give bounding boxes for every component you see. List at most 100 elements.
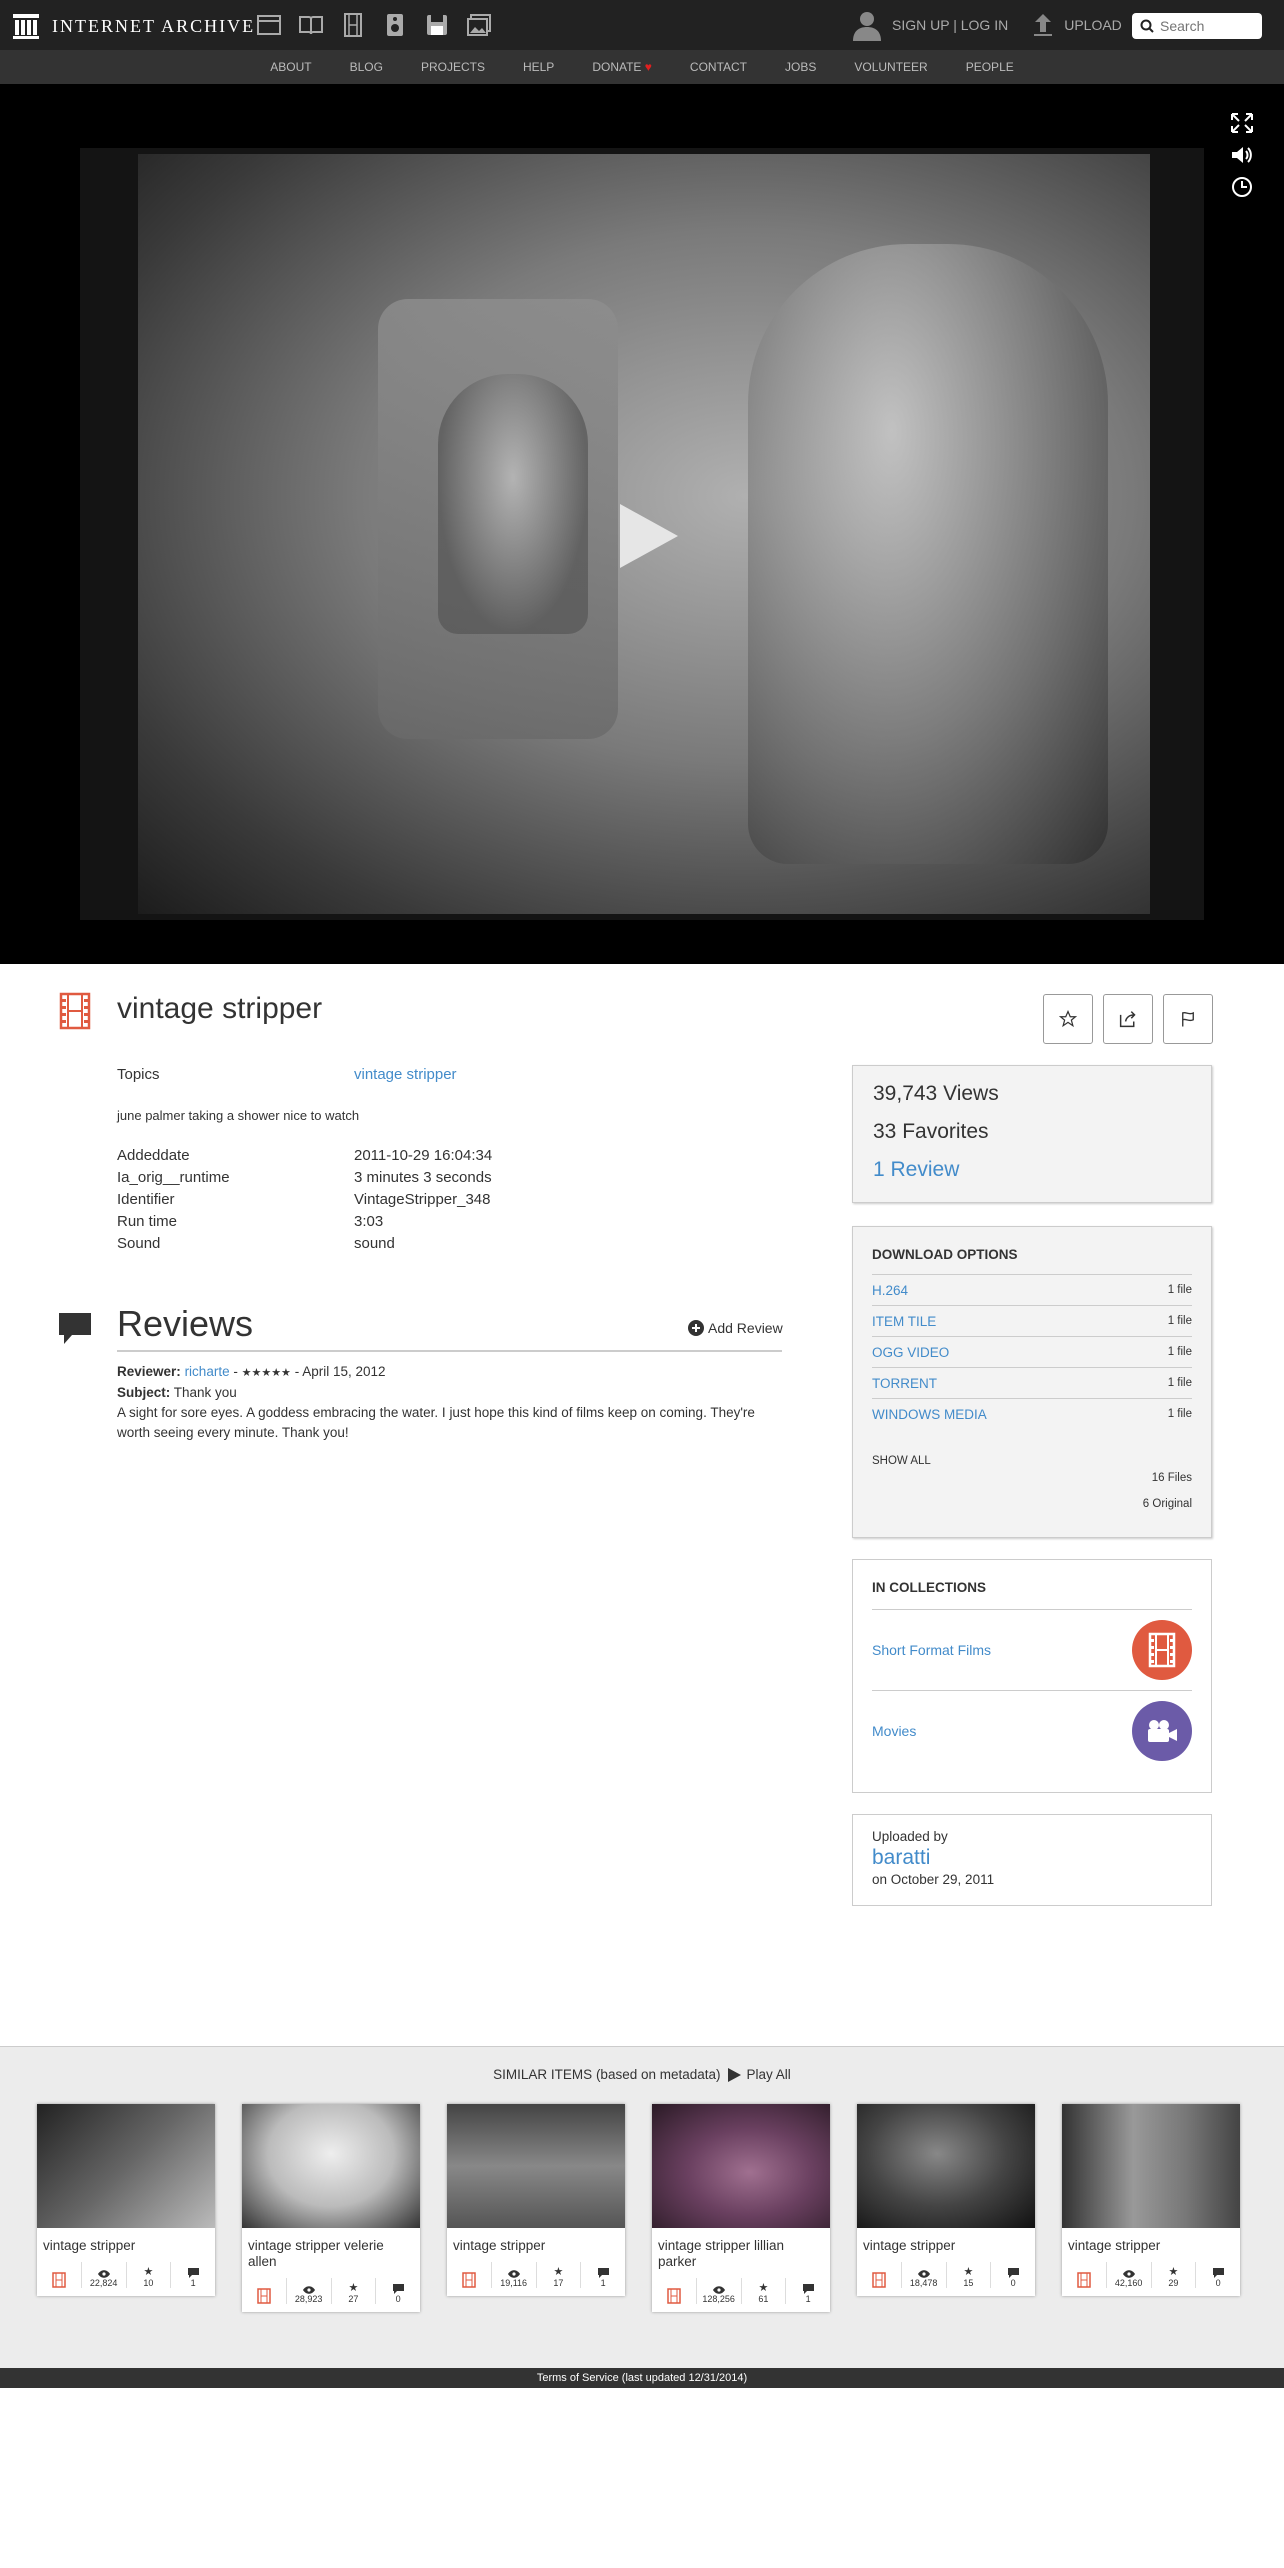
similar-item-thumbnail[interactable]: [652, 2104, 830, 2228]
search-box[interactable]: [1132, 13, 1262, 39]
reviews-heading: Reviews: [117, 1303, 254, 1344]
download-link[interactable]: ITEM TILE: [872, 1314, 936, 1329]
signup-link[interactable]: SIGN UP: [892, 17, 949, 33]
nav-people[interactable]: PEOPLE: [966, 60, 1014, 74]
show-all-link[interactable]: SHOW ALL: [872, 1455, 931, 1467]
upload-icon[interactable]: [1032, 12, 1054, 38]
secondary-nav: ABOUT BLOG PROJECTS HELP DONATE ♥ CONTAC…: [0, 50, 1284, 84]
terms-link[interactable]: Terms of Service (last updated 12/31/201…: [537, 2372, 747, 2384]
collection-link[interactable]: Movies: [872, 1723, 916, 1739]
metadata-key: Sound: [117, 1235, 161, 1252]
eye-icon: [1122, 2270, 1135, 2278]
download-link[interactable]: OGG VIDEO: [872, 1345, 949, 1360]
video-player[interactable]: [0, 84, 1284, 964]
nav-help[interactable]: HELP: [523, 60, 554, 74]
fullscreen-icon[interactable]: [1230, 112, 1254, 134]
views-count: 19,116: [500, 2278, 528, 2288]
share-icon: [1119, 1011, 1136, 1028]
favorites-count: 27: [348, 2294, 359, 2304]
similar-item-thumbnail[interactable]: [857, 2104, 1035, 2228]
similar-item-card[interactable]: vintage stripper lillian parker 128,256 ★ 6…: [652, 2104, 830, 2312]
nav-volunteer[interactable]: VOLUNTEER: [854, 60, 927, 74]
texts-icon[interactable]: [298, 12, 324, 38]
similar-item-title[interactable]: vintage stripper: [37, 2228, 215, 2260]
download-row: ITEM TILE 1 file: [872, 1305, 1192, 1336]
uploader-link[interactable]: baratti: [872, 1846, 1192, 1870]
eye-icon: [507, 2270, 520, 2278]
download-options-panel: DOWNLOAD OPTIONS H.264 1 file ITEM TILE 1 …: [852, 1226, 1212, 1538]
add-review-button[interactable]: Add Review: [688, 1320, 783, 1336]
similar-item-card[interactable]: vintage stripper velerie allen 28,923 ★ 27 0: [242, 2104, 420, 2312]
collection-link[interactable]: Short Format Films: [872, 1642, 991, 1658]
metadata-value: 3 minutes 3 seconds: [354, 1169, 492, 1186]
similar-item-thumbnail[interactable]: [37, 2104, 215, 2228]
similar-item-card[interactable]: vintage stripper 18,478 ★ 15 0: [857, 2104, 1035, 2296]
play-all-link[interactable]: Play All: [747, 2067, 791, 2082]
metadata-value: 2011-10-29 16:04:34: [354, 1147, 493, 1164]
collection-item[interactable]: Short Format Films: [872, 1609, 1192, 1690]
nav-blog[interactable]: BLOG: [350, 60, 383, 74]
similar-item-card[interactable]: vintage stripper 22,824 ★ 10 1: [37, 2104, 215, 2296]
comment-icon: [59, 1313, 91, 1344]
nav-donate-label: DONATE: [592, 60, 642, 74]
nav-contact[interactable]: CONTACT: [690, 60, 747, 74]
logo-text: INTERNET ARCHIVE: [52, 15, 256, 36]
download-count: 1 file: [1167, 1315, 1192, 1327]
views-stat: 42,160: [1107, 2262, 1152, 2288]
volume-icon[interactable]: [1230, 144, 1254, 166]
login-link[interactable]: LOG IN: [961, 17, 1008, 33]
similar-item-card[interactable]: vintage stripper 19,116 ★ 17 1: [447, 2104, 625, 2296]
software-icon[interactable]: [424, 12, 450, 38]
video-camera-icon[interactable]: [1132, 1701, 1192, 1761]
topics-link[interactable]: vintage stripper: [354, 1066, 457, 1083]
download-link[interactable]: WINDOWS MEDIA: [872, 1407, 987, 1422]
audio-icon[interactable]: [382, 12, 408, 38]
play-icon[interactable]: [620, 504, 678, 568]
nav-jobs[interactable]: JOBS: [785, 60, 816, 74]
favorites-stat: ★ 29: [1152, 2262, 1197, 2288]
download-row: OGG VIDEO 1 file: [872, 1336, 1192, 1367]
play-icon[interactable]: [727, 2067, 741, 2082]
download-heading: DOWNLOAD OPTIONS: [872, 1247, 1018, 1262]
reviews-count: 1: [805, 2294, 811, 2304]
similar-item-thumbnail[interactable]: [1062, 2104, 1240, 2228]
file-counts: 16 Files 6 Original: [872, 1465, 1192, 1517]
similar-item-stats: 128,256 ★ 61 1: [652, 2276, 830, 2312]
similar-item-title[interactable]: vintage stripper: [857, 2228, 1035, 2260]
nav-projects[interactable]: PROJECTS: [421, 60, 485, 74]
collection-item[interactable]: Movies: [872, 1690, 1192, 1771]
search-input[interactable]: [1160, 18, 1260, 34]
clock-icon[interactable]: [1230, 176, 1254, 198]
images-icon[interactable]: [466, 12, 492, 38]
similar-item-thumbnail[interactable]: [242, 2104, 420, 2228]
user-avatar-icon[interactable]: [852, 9, 882, 41]
download-link[interactable]: H.264: [872, 1283, 908, 1298]
similar-item-title[interactable]: vintage stripper: [447, 2228, 625, 2260]
search-icon: [1140, 19, 1154, 33]
views-stat: 128,256: [697, 2278, 742, 2304]
collections-heading: IN COLLECTIONS: [872, 1580, 986, 1595]
similar-item-title[interactable]: vintage stripper lillian parker: [652, 2228, 830, 2276]
views-count: 128,256: [702, 2294, 735, 2304]
flag-button[interactable]: [1163, 994, 1213, 1044]
upload-link[interactable]: UPLOAD: [1064, 17, 1122, 33]
favorite-button[interactable]: [1043, 994, 1093, 1044]
web-icon[interactable]: [256, 12, 282, 38]
download-link[interactable]: TORRENT: [872, 1376, 937, 1391]
similar-item-thumbnail[interactable]: [447, 2104, 625, 2228]
film-collection-icon[interactable]: [1132, 1620, 1192, 1680]
reviewer-link[interactable]: richarte: [185, 1364, 230, 1379]
reviews-count-link[interactable]: 1 Review: [873, 1158, 959, 1181]
nav-about[interactable]: ABOUT: [270, 60, 311, 74]
similar-item-title[interactable]: vintage stripper: [1062, 2228, 1240, 2260]
metadata-key: Ia_orig__runtime: [117, 1169, 230, 1186]
share-button[interactable]: [1103, 994, 1153, 1044]
favorites-stat: ★ 27: [332, 2278, 377, 2304]
video-icon[interactable]: [340, 12, 366, 38]
similar-item-title[interactable]: vintage stripper velerie allen: [242, 2228, 420, 2276]
reviews-stat: 0: [991, 2262, 1035, 2288]
nav-donate[interactable]: DONATE ♥: [592, 60, 652, 74]
similar-item-card[interactable]: vintage stripper 42,160 ★ 29 0: [1062, 2104, 1240, 2296]
uploaded-by-label: Uploaded by: [872, 1829, 948, 1844]
archive-logo[interactable]: INTERNET ARCHIVE: [12, 12, 255, 40]
